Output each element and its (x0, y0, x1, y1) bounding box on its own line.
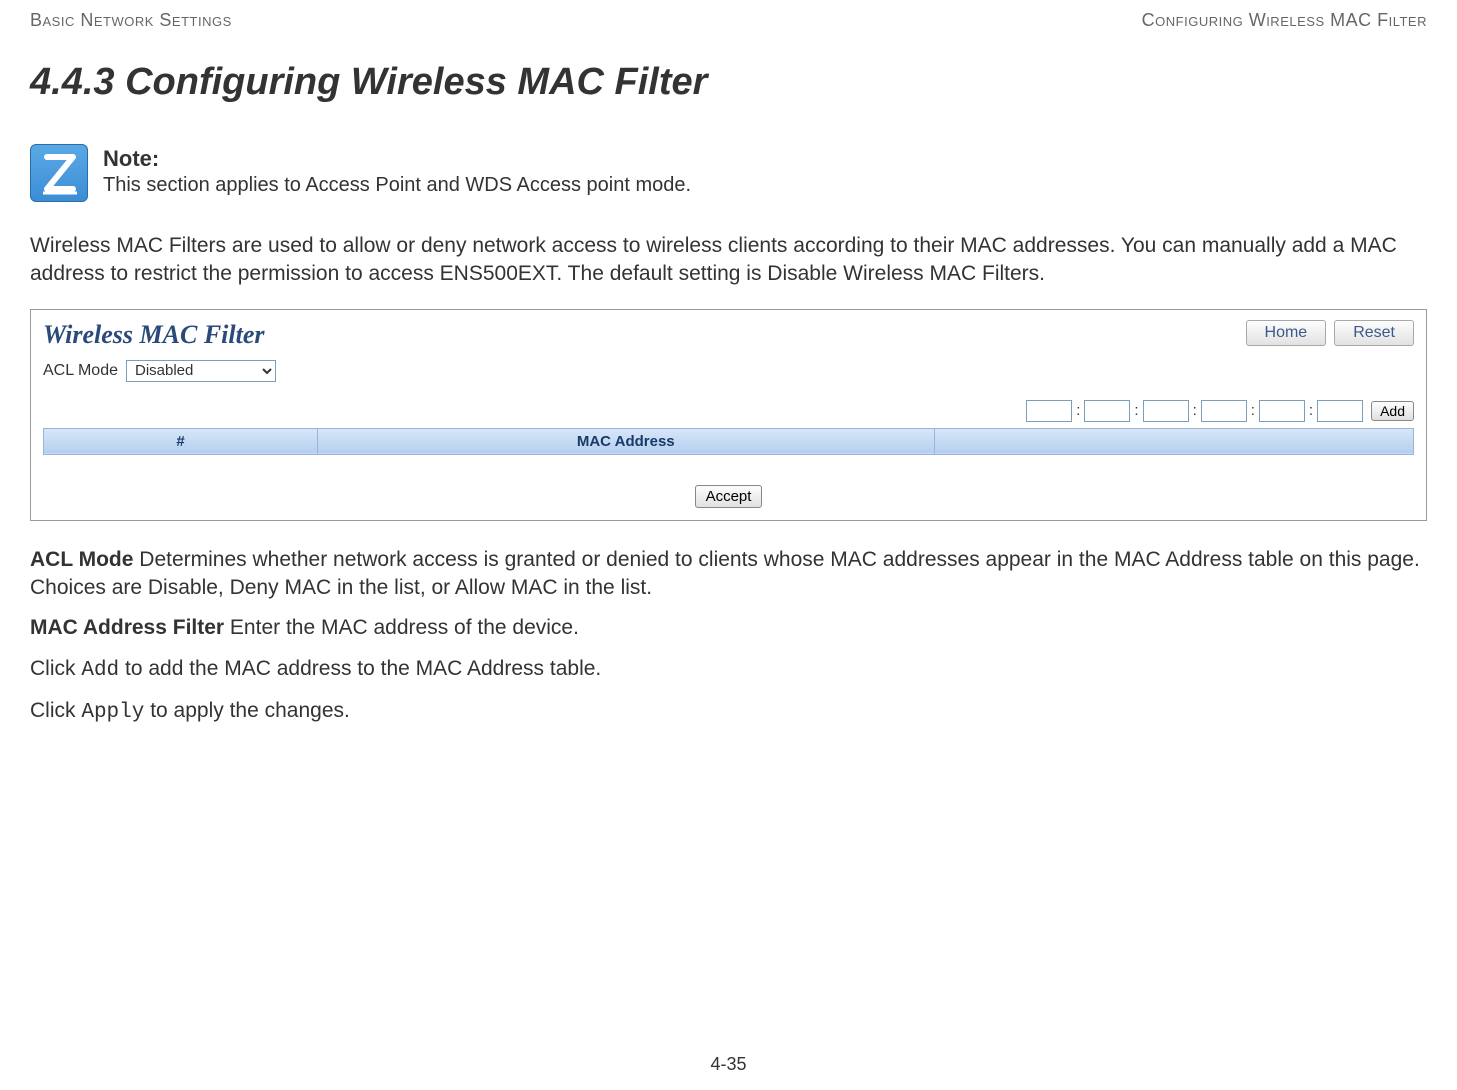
mac-input-row: : : : : : Add (43, 400, 1414, 422)
add-instruction-mono: Add (81, 659, 119, 682)
colon-separator: : (1076, 402, 1080, 419)
mac-octet-3[interactable] (1143, 400, 1189, 422)
apply-instruction-mono: Apply (81, 701, 144, 724)
accept-button[interactable]: Accept (695, 485, 763, 508)
colon-separator: : (1251, 402, 1255, 419)
acl-mode-select[interactable]: Disabled (126, 360, 276, 382)
intro-paragraph: Wireless MAC Filters are used to allow o… (30, 232, 1427, 289)
colon-separator: : (1193, 402, 1197, 419)
note-block: Note: This section applies to Access Poi… (30, 144, 1427, 202)
acl-mode-description: ACL Mode Determines whether network acce… (30, 546, 1427, 603)
mac-filter-desc-label: MAC Address Filter (30, 616, 224, 639)
reset-button[interactable]: Reset (1334, 320, 1414, 346)
mac-address-table: # MAC Address (43, 428, 1414, 455)
acl-mode-desc-text: Determines whether network access is gra… (30, 548, 1420, 599)
mac-octet-6[interactable] (1317, 400, 1363, 422)
mac-octet-1[interactable] (1026, 400, 1072, 422)
add-instruction-post: to add the MAC address to the MAC Addres… (119, 657, 601, 680)
acl-mode-desc-label: ACL Mode (30, 548, 133, 571)
add-instruction: Click Add to add the MAC address to the … (30, 655, 1427, 685)
colon-separator: : (1134, 402, 1138, 419)
acl-mode-label: ACL Mode (43, 362, 118, 380)
section-heading: 4.4.3 Configuring Wireless MAC Filter (30, 61, 1427, 104)
mac-octet-2[interactable] (1084, 400, 1130, 422)
page-number: 4-35 (0, 1054, 1457, 1075)
ui-screenshot-panel: Wireless MAC Filter Home Reset ACL Mode … (30, 309, 1427, 521)
table-header-action (934, 428, 1414, 454)
mac-octet-5[interactable] (1259, 400, 1305, 422)
add-instruction-pre: Click (30, 657, 81, 680)
mac-filter-description: MAC Address Filter Enter the MAC address… (30, 614, 1427, 642)
table-header-mac: MAC Address (318, 428, 935, 454)
apply-instruction-pre: Click (30, 699, 81, 722)
panel-title: Wireless MAC Filter (43, 320, 265, 350)
header-left: Basic Network Settings (30, 10, 232, 31)
header-right: Configuring Wireless MAC Filter (1142, 10, 1427, 31)
colon-separator: : (1309, 402, 1313, 419)
note-title: Note: (103, 146, 691, 172)
note-body: This section applies to Access Point and… (103, 174, 691, 197)
mac-octet-4[interactable] (1201, 400, 1247, 422)
apply-instruction: Click Apply to apply the changes. (30, 697, 1427, 727)
mac-filter-desc-text: Enter the MAC address of the device. (224, 616, 579, 639)
apply-instruction-post: to apply the changes. (144, 699, 349, 722)
note-icon (30, 144, 88, 202)
table-header-index: # (44, 428, 318, 454)
home-button[interactable]: Home (1246, 320, 1327, 346)
add-button[interactable]: Add (1371, 401, 1414, 421)
